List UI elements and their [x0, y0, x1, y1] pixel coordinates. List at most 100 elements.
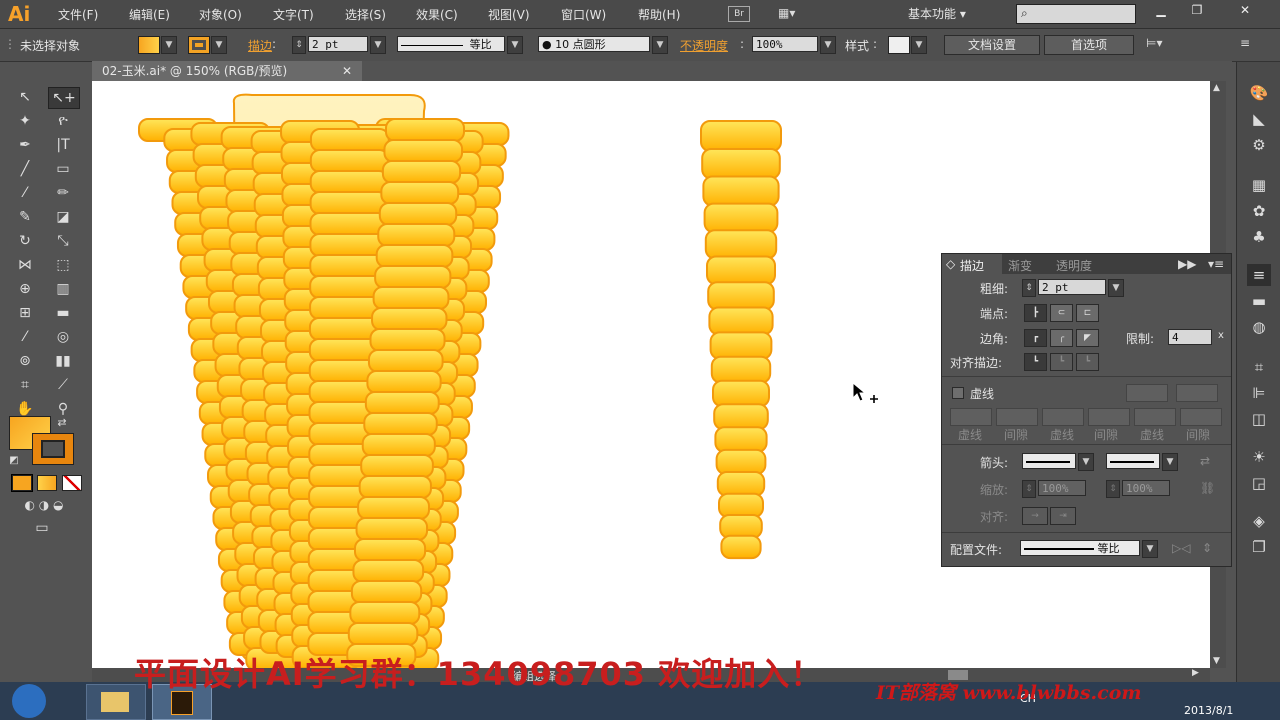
scroll-down-icon[interactable]: ▼ [1213, 656, 1220, 666]
stroke-swatch[interactable] [188, 36, 210, 54]
align-outside-button[interactable]: ┗ [1076, 353, 1099, 371]
brush-select[interactable]: ● 10 点圆形 [538, 36, 650, 52]
graphic-styles-icon[interactable]: ◲ [1247, 472, 1271, 494]
dash-align-button[interactable] [1176, 384, 1218, 402]
stroke-profile-dropdown[interactable]: ▼ [507, 36, 523, 54]
swap-arrows-icon[interactable]: ⇄ [1200, 454, 1210, 468]
document-settings-button[interactable]: 文档设置 [944, 35, 1040, 55]
menu-edit[interactable]: 编辑(E) [129, 6, 170, 23]
flip-profile-icon[interactable]: ▷◁ [1172, 541, 1190, 555]
appearance-icon[interactable]: ☀ [1247, 446, 1271, 468]
opacity-dropdown[interactable]: ▼ [820, 36, 836, 54]
direct-selection-tool-icon[interactable]: ↖+ [48, 87, 80, 109]
default-colors-icon[interactable]: ◩ [6, 451, 22, 471]
artboards-icon[interactable]: ❐ [1247, 536, 1271, 558]
panel-menu-icon[interactable]: ▾≡ [1208, 257, 1224, 271]
align-center-button[interactable]: ┗ [1024, 353, 1047, 371]
miter-join-button[interactable]: ┏ [1024, 329, 1047, 347]
column-graph-tool-icon[interactable]: ▮▮ [48, 351, 78, 371]
dashed-checkbox[interactable] [952, 387, 964, 399]
arrow-align-1-button[interactable]: → [1022, 507, 1048, 525]
transform-panel-icon[interactable]: ⌗ [1247, 356, 1271, 378]
gap-1-input[interactable] [996, 408, 1038, 426]
projecting-cap-button[interactable]: ⊏ [1076, 304, 1099, 322]
stroke-weight-input[interactable]: 2 pt [308, 36, 368, 52]
limit-input[interactable]: 4 [1168, 329, 1212, 345]
scroll-up-icon[interactable]: ▲ [1213, 83, 1220, 93]
brush-dropdown[interactable]: ▼ [652, 36, 668, 54]
dash-2-input[interactable] [1042, 408, 1084, 426]
swap-colors-icon[interactable]: ⇄ [54, 413, 70, 433]
align-inside-button[interactable]: ┗ [1050, 353, 1073, 371]
menu-file[interactable]: 文件(F) [58, 6, 98, 23]
rectangle-tool-icon[interactable]: ▭ [48, 159, 78, 179]
blend-tool-icon[interactable]: ◎ [48, 327, 78, 347]
line-tool-icon[interactable]: ╱ [10, 159, 40, 179]
magic-wand-tool-icon[interactable]: ✦ [10, 111, 40, 131]
selection-tool-icon[interactable]: ↖ [10, 87, 40, 107]
opacity-label[interactable]: 不透明度 [680, 37, 728, 54]
arrange-documents-button[interactable]: ▦▾ [778, 6, 812, 22]
butt-cap-button[interactable]: ┣ [1024, 304, 1047, 322]
paintbrush-tool-icon[interactable]: ⁄ [10, 183, 40, 203]
menu-effect[interactable]: 效果(C) [416, 6, 458, 23]
gradient-tool-icon[interactable]: ▬ [48, 303, 78, 323]
rotate-tool-icon[interactable]: ↻ [10, 231, 40, 251]
opacity-input[interactable]: 100% [752, 36, 818, 52]
weight-stepper[interactable]: ⇕ [1022, 279, 1036, 297]
stroke-weight-stepper[interactable]: ⇕ [292, 36, 306, 54]
width-tool-icon[interactable]: ⋈ [10, 255, 40, 275]
bridge-button[interactable]: Br [728, 6, 750, 22]
kuler-icon[interactable]: ⚙ [1247, 134, 1271, 156]
flip-vertical-icon[interactable]: ⇕ [1202, 541, 1212, 555]
scale-b-input[interactable]: 100% [1122, 480, 1170, 496]
symbol-sprayer-tool-icon[interactable]: ⊚ [10, 351, 40, 371]
perspective-grid-tool-icon[interactable]: ▥ [48, 279, 78, 299]
collapse-icon[interactable]: ◇ [946, 257, 955, 271]
menu-view[interactable]: 视图(V) [488, 6, 530, 23]
dash-preserve-button[interactable] [1126, 384, 1168, 402]
mesh-tool-icon[interactable]: ⊞ [10, 303, 40, 323]
pencil-tool-icon[interactable]: ✏ [48, 183, 78, 203]
menu-select[interactable]: 选择(S) [345, 6, 386, 23]
restore-button[interactable]: ❐ [1186, 3, 1208, 19]
profile-select[interactable]: 等比 [1020, 540, 1140, 556]
arrow-align-2-button[interactable]: ⇥ [1050, 507, 1076, 525]
tab-transparency[interactable]: 透明度 [1056, 257, 1092, 274]
gradient-panel-icon[interactable]: ▬ [1247, 290, 1271, 312]
kernel-strip[interactable] [700, 120, 782, 560]
link-scale-icon[interactable]: ⛓ [1200, 481, 1215, 495]
scale-tool-icon[interactable]: ⤡ [48, 231, 78, 251]
align-options-icon[interactable]: ⊨▾ [1146, 36, 1162, 50]
close-tab-icon[interactable]: ✕ [342, 61, 352, 81]
profile-dropdown[interactable]: ▼ [1142, 540, 1158, 558]
align-panel-icon[interactable]: ⊫ [1247, 382, 1271, 404]
style-dropdown[interactable]: ▼ [911, 36, 927, 54]
stroke-weight-dropdown[interactable]: ▼ [370, 36, 386, 54]
round-join-button[interactable]: ╭ [1050, 329, 1073, 347]
layers-icon[interactable]: ◈ [1247, 510, 1271, 532]
color-panel-icon[interactable]: 🎨 [1247, 82, 1271, 104]
free-transform-tool-icon[interactable]: ⬚ [48, 255, 78, 275]
scale-b-stepper[interactable]: ⇕ [1106, 480, 1120, 498]
shape-builder-tool-icon[interactable]: ⊕ [10, 279, 40, 299]
start-arrow-dropdown[interactable]: ▼ [1078, 453, 1094, 471]
tab-gradient[interactable]: 渐变 [1008, 257, 1032, 274]
symbols-icon[interactable]: ♣ [1247, 226, 1271, 248]
transparency-panel-icon[interactable]: ◍ [1247, 316, 1271, 338]
scale-a-stepper[interactable]: ⇕ [1022, 480, 1036, 498]
menu-type[interactable]: 文字(T) [273, 6, 314, 23]
menu-object[interactable]: 对象(O) [199, 6, 242, 23]
pen-tool-icon[interactable]: ✒ [10, 135, 40, 155]
brushes-icon[interactable]: ✿ [1247, 200, 1271, 222]
blob-brush-tool-icon[interactable]: ✎ [10, 207, 40, 227]
weight-dropdown[interactable]: ▼ [1108, 279, 1124, 297]
draw-modes-icon[interactable]: ◐ ◑ ◒ [8, 495, 80, 515]
end-arrow-dropdown[interactable]: ▼ [1162, 453, 1178, 471]
close-button[interactable]: ✕ [1234, 3, 1256, 19]
workspace-switcher[interactable]: 基本功能 ▾ [908, 5, 966, 22]
scroll-right-icon[interactable]: ▶ [1192, 668, 1199, 678]
stroke-profile-select[interactable]: 等比 [397, 36, 505, 52]
menu-help[interactable]: 帮助(H) [638, 6, 680, 23]
panel-expand-icon[interactable]: ▶▶ [1178, 257, 1196, 271]
